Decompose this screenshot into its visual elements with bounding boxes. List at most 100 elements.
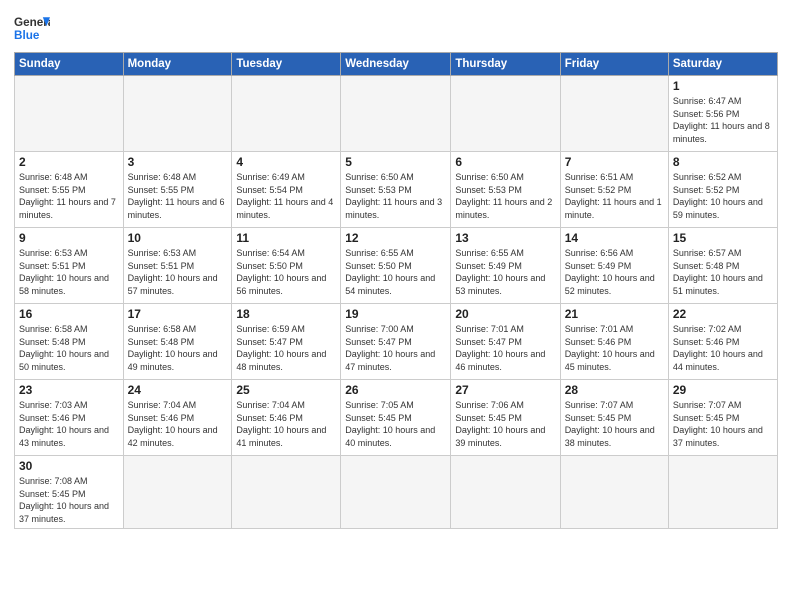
- day-number: 8: [673, 155, 773, 169]
- day-number: 15: [673, 231, 773, 245]
- day-number: 13: [455, 231, 555, 245]
- week-row-6: 30 Sunrise: 7:08 AM Sunset: 5:45 PM Dayli…: [15, 456, 778, 529]
- calendar-cell: 9 Sunrise: 6:53 AM Sunset: 5:51 PM Daylig…: [15, 228, 124, 304]
- calendar-cell: [15, 76, 124, 152]
- calendar-cell: 22 Sunrise: 7:02 AM Sunset: 5:46 PM Dayli…: [668, 304, 777, 380]
- calendar-cell: 19Sunrise: 7:00 AM Sunset: 5:47 PM Dayli…: [341, 304, 451, 380]
- day-info: Sunrise: 7:05 AM Sunset: 5:45 PM Dayligh…: [345, 399, 446, 449]
- day-number: 29: [673, 383, 773, 397]
- calendar-cell: [232, 456, 341, 529]
- day-number: 11: [236, 231, 336, 245]
- day-number: 17: [128, 307, 228, 321]
- day-info: Sunrise: 6:58 AM Sunset: 5:48 PM Dayligh…: [19, 323, 119, 373]
- calendar-cell: 2Sunrise: 6:48 AM Sunset: 5:55 PM Daylig…: [15, 152, 124, 228]
- calendar-cell: [560, 76, 668, 152]
- day-number: 23: [19, 383, 119, 397]
- day-number: 26: [345, 383, 446, 397]
- day-number: 12: [345, 231, 446, 245]
- calendar-cell: 23 Sunrise: 7:03 AM Sunset: 5:46 PM Dayli…: [15, 380, 124, 456]
- day-info: Sunrise: 7:02 AM Sunset: 5:46 PM Dayligh…: [673, 323, 773, 373]
- calendar-cell: 4Sunrise: 6:49 AM Sunset: 5:54 PM Daylig…: [232, 152, 341, 228]
- weekday-header-saturday: Saturday: [668, 53, 777, 76]
- weekday-header-wednesday: Wednesday: [341, 53, 451, 76]
- generalblue-logo-icon: General Blue: [14, 10, 50, 46]
- day-number: 9: [19, 231, 119, 245]
- day-number: 22: [673, 307, 773, 321]
- day-info: Sunrise: 7:04 AM Sunset: 5:46 PM Dayligh…: [236, 399, 336, 449]
- calendar-cell: 16 Sunrise: 6:58 AM Sunset: 5:48 PM Dayli…: [15, 304, 124, 380]
- day-info: Sunrise: 6:50 AM Sunset: 5:53 PM Dayligh…: [345, 171, 446, 221]
- day-info: Sunrise: 6:59 AM Sunset: 5:47 PM Dayligh…: [236, 323, 336, 373]
- calendar-cell: 24Sunrise: 7:04 AM Sunset: 5:46 PM Dayli…: [123, 380, 232, 456]
- calendar-cell: [341, 76, 451, 152]
- logo: General Blue: [14, 10, 50, 46]
- calendar-cell: 18 Sunrise: 6:59 AM Sunset: 5:47 PM Dayli…: [232, 304, 341, 380]
- calendar-cell: 13 Sunrise: 6:55 AM Sunset: 5:49 PM Dayli…: [451, 228, 560, 304]
- calendar-cell: 6Sunrise: 6:50 AM Sunset: 5:53 PM Daylig…: [451, 152, 560, 228]
- calendar-cell: 1 Sunrise: 6:47 AM Sunset: 5:56 PM Daylig…: [668, 76, 777, 152]
- day-info: Sunrise: 7:04 AM Sunset: 5:46 PM Dayligh…: [128, 399, 228, 449]
- calendar-cell: [451, 76, 560, 152]
- day-number: 6: [455, 155, 555, 169]
- weekday-header-tuesday: Tuesday: [232, 53, 341, 76]
- calendar-cell: 15 Sunrise: 6:57 AM Sunset: 5:48 PM Dayli…: [668, 228, 777, 304]
- day-number: 7: [565, 155, 664, 169]
- calendar-cell: 17 Sunrise: 6:58 AM Sunset: 5:48 PM Dayli…: [123, 304, 232, 380]
- calendar-cell: 26 Sunrise: 7:05 AM Sunset: 5:45 PM Dayli…: [341, 380, 451, 456]
- day-number: 30: [19, 459, 119, 473]
- day-number: 20: [455, 307, 555, 321]
- day-info: Sunrise: 6:55 AM Sunset: 5:49 PM Dayligh…: [455, 247, 555, 297]
- day-info: Sunrise: 7:07 AM Sunset: 5:45 PM Dayligh…: [565, 399, 664, 449]
- day-info: Sunrise: 6:48 AM Sunset: 5:55 PM Dayligh…: [128, 171, 228, 221]
- day-info: Sunrise: 6:53 AM Sunset: 5:51 PM Dayligh…: [19, 247, 119, 297]
- day-info: Sunrise: 6:57 AM Sunset: 5:48 PM Dayligh…: [673, 247, 773, 297]
- weekday-header-sunday: Sunday: [15, 53, 124, 76]
- day-number: 25: [236, 383, 336, 397]
- calendar-cell: 28 Sunrise: 7:07 AM Sunset: 5:45 PM Dayli…: [560, 380, 668, 456]
- svg-text:Blue: Blue: [14, 29, 40, 42]
- header: General Blue: [14, 10, 778, 46]
- week-row-2: 2Sunrise: 6:48 AM Sunset: 5:55 PM Daylig…: [15, 152, 778, 228]
- day-info: Sunrise: 6:53 AM Sunset: 5:51 PM Dayligh…: [128, 247, 228, 297]
- day-info: Sunrise: 7:08 AM Sunset: 5:45 PM Dayligh…: [19, 475, 119, 525]
- day-info: Sunrise: 7:06 AM Sunset: 5:45 PM Dayligh…: [455, 399, 555, 449]
- weekday-header-thursday: Thursday: [451, 53, 560, 76]
- day-info: Sunrise: 6:47 AM Sunset: 5:56 PM Dayligh…: [673, 95, 773, 145]
- day-number: 16: [19, 307, 119, 321]
- calendar-cell: 10 Sunrise: 6:53 AM Sunset: 5:51 PM Dayli…: [123, 228, 232, 304]
- day-number: 21: [565, 307, 664, 321]
- day-info: Sunrise: 7:03 AM Sunset: 5:46 PM Dayligh…: [19, 399, 119, 449]
- calendar-table: SundayMondayTuesdayWednesdayThursdayFrid…: [14, 52, 778, 529]
- day-number: 27: [455, 383, 555, 397]
- day-info: Sunrise: 7:07 AM Sunset: 5:45 PM Dayligh…: [673, 399, 773, 449]
- page: General Blue SundayMondayTuesdayWednesda…: [0, 0, 792, 612]
- calendar-cell: 27 Sunrise: 7:06 AM Sunset: 5:45 PM Dayli…: [451, 380, 560, 456]
- calendar-cell: 20Sunrise: 7:01 AM Sunset: 5:47 PM Dayli…: [451, 304, 560, 380]
- calendar-cell: [123, 76, 232, 152]
- day-number: 1: [673, 79, 773, 93]
- calendar-cell: 3 Sunrise: 6:48 AM Sunset: 5:55 PM Daylig…: [123, 152, 232, 228]
- calendar-cell: 7 Sunrise: 6:51 AM Sunset: 5:52 PM Daylig…: [560, 152, 668, 228]
- calendar-cell: 21 Sunrise: 7:01 AM Sunset: 5:46 PM Dayli…: [560, 304, 668, 380]
- day-info: Sunrise: 6:48 AM Sunset: 5:55 PM Dayligh…: [19, 171, 119, 221]
- day-info: Sunrise: 6:51 AM Sunset: 5:52 PM Dayligh…: [565, 171, 664, 221]
- weekday-header-row: SundayMondayTuesdayWednesdayThursdayFrid…: [15, 53, 778, 76]
- calendar-cell: [123, 456, 232, 529]
- calendar-cell: [668, 456, 777, 529]
- calendar-cell: [232, 76, 341, 152]
- day-number: 3: [128, 155, 228, 169]
- day-number: 4: [236, 155, 336, 169]
- week-row-5: 23 Sunrise: 7:03 AM Sunset: 5:46 PM Dayli…: [15, 380, 778, 456]
- day-number: 28: [565, 383, 664, 397]
- day-info: Sunrise: 6:58 AM Sunset: 5:48 PM Dayligh…: [128, 323, 228, 373]
- day-info: Sunrise: 6:55 AM Sunset: 5:50 PM Dayligh…: [345, 247, 446, 297]
- calendar-cell: [451, 456, 560, 529]
- day-number: 10: [128, 231, 228, 245]
- day-number: 14: [565, 231, 664, 245]
- day-number: 18: [236, 307, 336, 321]
- day-info: Sunrise: 7:00 AM Sunset: 5:47 PM Dayligh…: [345, 323, 446, 373]
- calendar-cell: 14Sunrise: 6:56 AM Sunset: 5:49 PM Dayli…: [560, 228, 668, 304]
- calendar-cell: 8Sunrise: 6:52 AM Sunset: 5:52 PM Daylig…: [668, 152, 777, 228]
- day-info: Sunrise: 7:01 AM Sunset: 5:46 PM Dayligh…: [565, 323, 664, 373]
- week-row-1: 1 Sunrise: 6:47 AM Sunset: 5:56 PM Daylig…: [15, 76, 778, 152]
